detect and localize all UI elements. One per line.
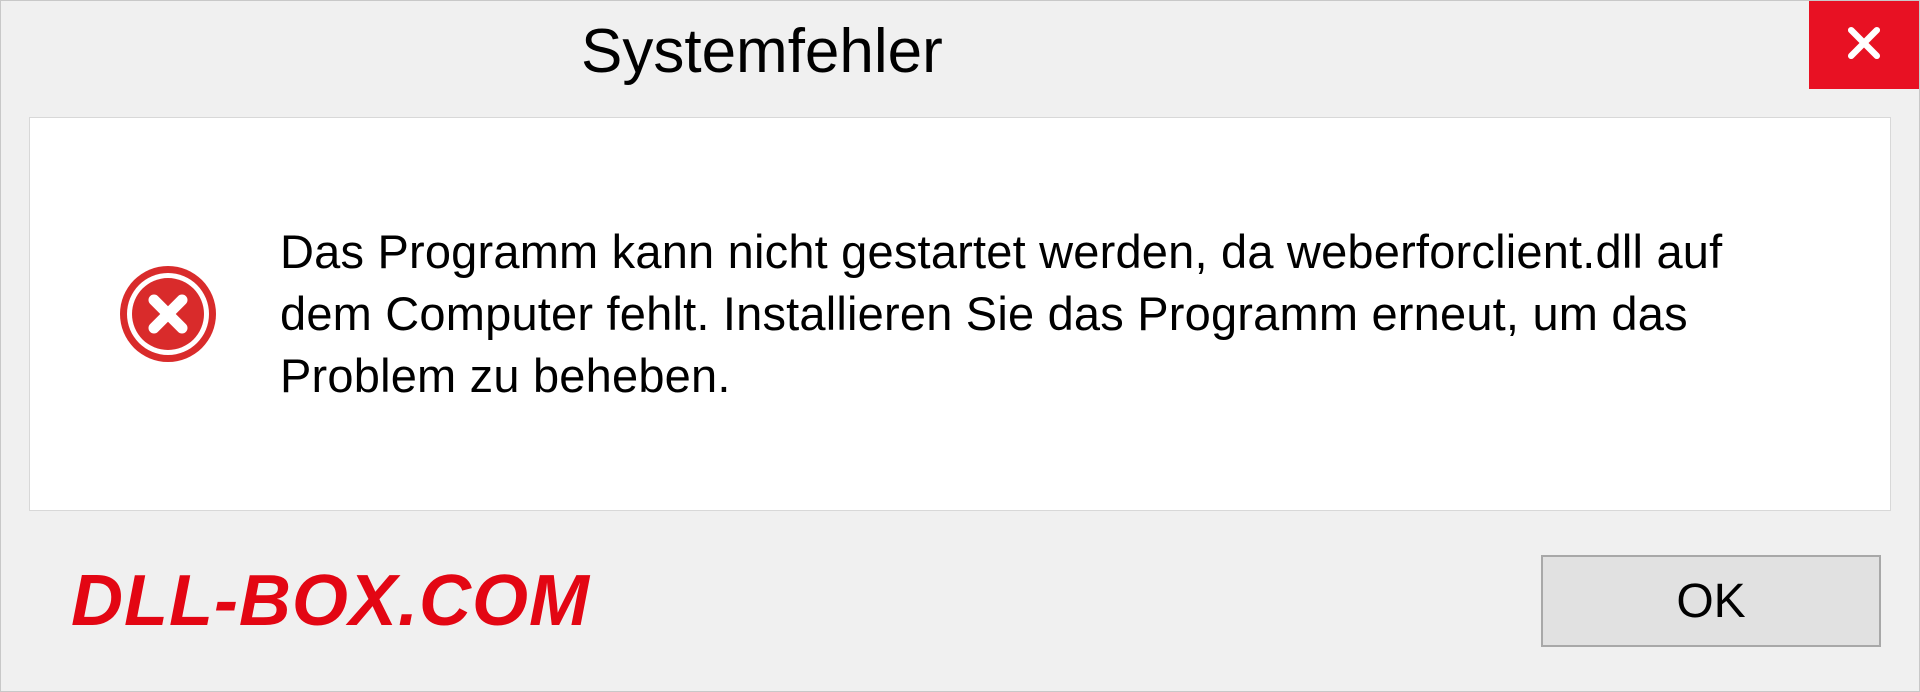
ok-button[interactable]: OK xyxy=(1541,555,1881,647)
error-message: Das Programm kann nicht gestartet werden… xyxy=(280,221,1830,407)
error-dialog: Systemfehler Das Programm kann nicht ges… xyxy=(0,0,1920,692)
close-icon xyxy=(1842,21,1886,70)
dialog-title: Systemfehler xyxy=(581,16,943,87)
dialog-footer: DLL-BOX.COM OK xyxy=(1,511,1919,691)
close-button[interactable] xyxy=(1809,1,1919,89)
titlebar: Systemfehler xyxy=(1,1,1919,101)
error-icon xyxy=(118,264,218,364)
watermark-text: DLL-BOX.COM xyxy=(71,560,590,642)
content-panel: Das Programm kann nicht gestartet werden… xyxy=(29,117,1891,511)
